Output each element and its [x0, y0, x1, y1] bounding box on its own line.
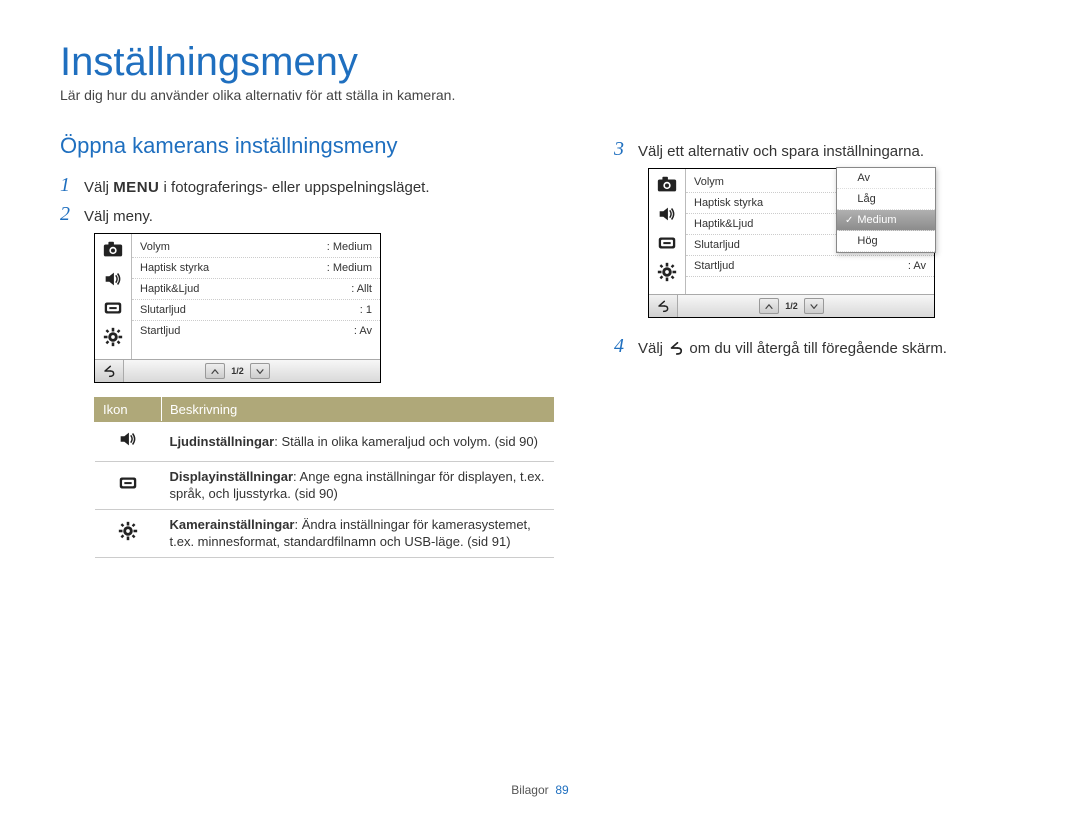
- right-column: 3 Välj ett alternativ och spara inställn…: [614, 133, 1020, 558]
- dropdown-option[interactable]: ✓Låg: [837, 189, 935, 210]
- screen-sidebar: [95, 234, 132, 359]
- speaker-icon[interactable]: [656, 203, 678, 225]
- back-button[interactable]: [649, 295, 678, 317]
- table-header-description: Beskrivning: [162, 398, 554, 422]
- camera-screen-2: Volym Haptisk styrka Haptik&Ljud Slutarl…: [648, 168, 935, 318]
- step-2: 2 Välj meny.: [60, 204, 554, 227]
- screen-list: Volym Haptisk styrka Haptik&Ljud Slutarl…: [686, 169, 934, 294]
- step-text: Välj om du vill återgå till föregående s…: [638, 336, 947, 360]
- gear-icon: [117, 530, 139, 545]
- step-4: 4 Välj om du vill återgå till föregående…: [614, 336, 1020, 360]
- display-icon: [117, 482, 139, 497]
- icon-description-table: Ikon Beskrivning Ljudinställningar: Stäl…: [94, 397, 554, 558]
- screen-sidebar: [649, 169, 686, 294]
- step-number: 3: [614, 139, 630, 159]
- table-row: Ljudinställningar: Ställa in olika kamer…: [95, 422, 554, 462]
- dropdown-option[interactable]: ✓Hög: [837, 231, 935, 252]
- list-item[interactable]: Slutarljud : 1: [132, 300, 380, 321]
- back-button[interactable]: [95, 360, 124, 382]
- list-item[interactable]: Haptisk styrka : Medium: [132, 258, 380, 279]
- display-icon[interactable]: [102, 297, 124, 319]
- screen-list: Volym : Medium Haptisk styrka : Medium H…: [132, 234, 380, 359]
- dropdown-panel: ✓Av ✓Låg ✓Medium ✓Hög: [836, 167, 936, 253]
- page-up-button[interactable]: [205, 363, 225, 379]
- speaker-icon[interactable]: [102, 268, 124, 290]
- step-text: Välj ett alternativ och spara inställnin…: [638, 139, 924, 162]
- screen-nav: 1/2: [649, 294, 934, 317]
- page-indicator: 1/2: [785, 301, 798, 311]
- menu-label: MENU: [113, 179, 159, 196]
- back-icon: [667, 339, 685, 360]
- screen-nav: 1/2: [95, 359, 380, 382]
- list-item[interactable]: Startljud : Av: [132, 321, 380, 341]
- table-row: Displayinställningar: Ange egna inställn…: [95, 461, 554, 509]
- camera-icon[interactable]: [656, 174, 678, 196]
- page-footer: Bilagor 89: [0, 783, 1080, 797]
- page-subtitle: Lär dig hur du använder olika alternativ…: [60, 87, 1020, 103]
- display-icon[interactable]: [656, 232, 678, 254]
- step-3: 3 Välj ett alternativ och spara inställn…: [614, 139, 1020, 162]
- step-1: 1 Välj MENU i fotograferings- eller upps…: [60, 175, 554, 198]
- page-title: Inställningsmeny: [60, 40, 1020, 85]
- page-up-button[interactable]: [759, 298, 779, 314]
- left-column: Öppna kamerans inställningsmeny 1 Välj M…: [60, 133, 554, 558]
- step-number: 1: [60, 175, 76, 195]
- list-item[interactable]: Volym : Medium: [132, 237, 380, 258]
- check-icon: ✓: [845, 215, 853, 226]
- step-text: Välj meny.: [84, 204, 153, 227]
- gear-icon[interactable]: [102, 326, 124, 348]
- camera-icon[interactable]: [102, 239, 124, 261]
- dropdown-option[interactable]: ✓Av: [837, 168, 935, 189]
- camera-screen-1: Volym : Medium Haptisk styrka : Medium H…: [94, 233, 381, 383]
- list-item[interactable]: Startljud : Av: [686, 256, 934, 277]
- page-down-button[interactable]: [804, 298, 824, 314]
- page-down-button[interactable]: [250, 363, 270, 379]
- step-number: 2: [60, 204, 76, 224]
- step-text: Välj MENU i fotograferings- eller uppspe…: [84, 175, 430, 198]
- dropdown-option-selected[interactable]: ✓Medium: [837, 210, 935, 231]
- footer-section: Bilagor: [511, 783, 548, 797]
- page-indicator: 1/2: [231, 366, 244, 376]
- speaker-icon: [117, 438, 139, 453]
- footer-page-number: 89: [555, 783, 568, 797]
- section-heading: Öppna kamerans inställningsmeny: [60, 133, 554, 159]
- step-number: 4: [614, 336, 630, 356]
- table-row: Kamerainställningar: Ändra inställningar…: [95, 509, 554, 557]
- table-header-icon: Ikon: [95, 398, 162, 422]
- gear-icon[interactable]: [656, 261, 678, 283]
- list-item[interactable]: Haptik&Ljud : Allt: [132, 279, 380, 300]
